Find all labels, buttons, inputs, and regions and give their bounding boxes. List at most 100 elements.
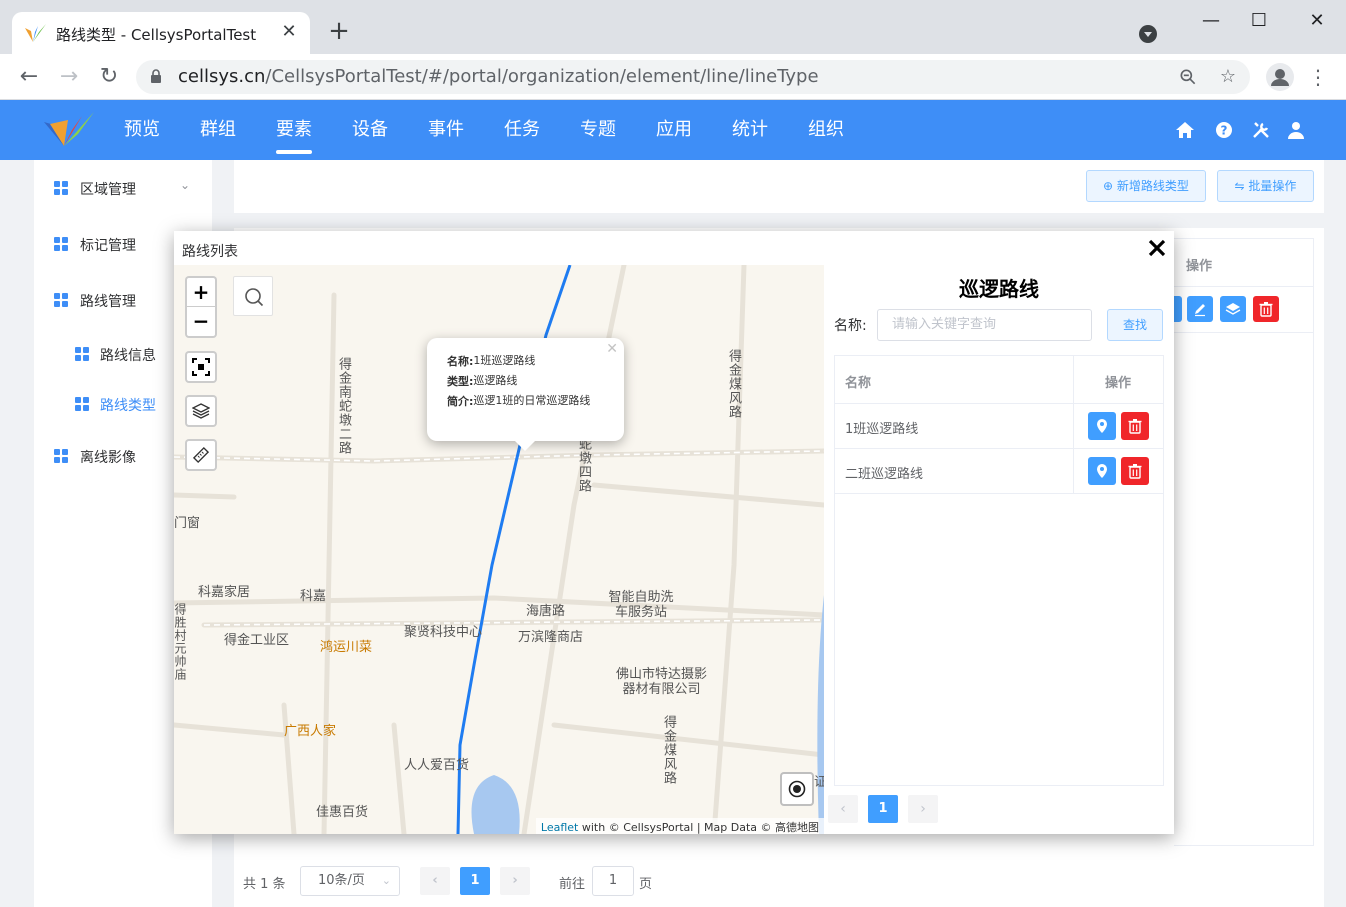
measure-button[interactable] (185, 439, 217, 471)
fullscreen-icon (192, 358, 210, 376)
tools-icon[interactable] (1251, 120, 1271, 140)
home-icon[interactable] (1175, 120, 1195, 140)
map-view[interactable]: 得金南蛇墩二路 得金煤风路 蛇墩四路 得金煤风路 得胜村元帅庙 海唐路 科嘉家居… (174, 265, 824, 834)
table-row[interactable]: 二班巡逻路线 (835, 449, 1163, 494)
map-label-road: 得胜村元帅庙 (174, 603, 187, 681)
route-name: 1班巡逻路线 (845, 422, 919, 437)
map-label-poi: 佛山市特达摄影器材有限公司 (615, 667, 707, 697)
next-page-button[interactable]: › (908, 795, 938, 823)
popup-name-value: 1班巡逻路线 (473, 354, 536, 367)
add-route-type-button[interactable]: ⊕ 新增路线类型 (1086, 170, 1206, 202)
map-pin-icon (1097, 419, 1107, 433)
locate-route-button[interactable] (1088, 412, 1116, 440)
popup-type-value: 巡逻路线 (473, 374, 518, 387)
browser-profile-icon[interactable] (1266, 63, 1294, 91)
page-number[interactable]: 1 (868, 795, 898, 823)
goto-page-input[interactable]: 1 (592, 866, 634, 896)
zoom-in-button[interactable]: + (187, 278, 215, 307)
map-attribution: Leaflet with © CellsysPortal | Map Data … (535, 818, 824, 834)
tab-search-icon[interactable] (1139, 25, 1157, 43)
grid-icon (75, 347, 89, 361)
route-table: 名称 操作 1班巡逻路线 二班巡逻路线 (834, 355, 1164, 786)
nav-device[interactable]: 设备 (332, 100, 408, 160)
tab-close-icon[interactable]: ✕ (278, 21, 300, 43)
delete-button[interactable] (1253, 296, 1279, 322)
keyword-search-input[interactable]: 请输入关键字查询 (877, 309, 1092, 341)
map-pin-icon (1097, 464, 1107, 478)
nav-app[interactable]: 应用 (636, 100, 712, 160)
forward-arrow-icon[interactable]: → (54, 62, 84, 92)
find-button[interactable]: 查找 (1107, 309, 1163, 341)
page-number[interactable]: 1 (460, 867, 490, 895)
delete-route-button[interactable] (1121, 412, 1149, 440)
sidebar-item-label: 路线类型 (100, 398, 156, 414)
map-label-poi: 证 (814, 775, 824, 790)
map-label-road: 得金煤风路 (661, 715, 676, 785)
browser-tab[interactable]: 路线类型 - CellsysPortalTest ✕ (12, 12, 310, 54)
layers-button[interactable] (1220, 296, 1246, 322)
back-arrow-icon[interactable]: ← (14, 62, 44, 92)
maximize-icon[interactable]: ☐ (1244, 8, 1274, 34)
popup-name-label: 名称: (447, 355, 474, 368)
popup-close-icon[interactable]: ✕ (606, 341, 618, 357)
prev-page-button[interactable]: ‹ (420, 867, 450, 895)
grid-icon (54, 181, 68, 195)
map-label-poi: 万滨隆商店 (518, 630, 584, 645)
browser-menu-icon[interactable]: ⋮ (1306, 63, 1330, 91)
sidebar-item-area[interactable]: 区域管理 ⌄ (34, 168, 212, 208)
map-search-button[interactable] (233, 276, 273, 316)
nav-event[interactable]: 事件 (408, 100, 484, 160)
user-icon[interactable] (1286, 120, 1306, 140)
op-column-header: 操作 (1105, 376, 1132, 391)
zoom-out-button[interactable]: − (187, 307, 215, 336)
window-close-icon[interactable]: ✕ (1302, 8, 1332, 34)
name-column-header: 名称 (845, 376, 872, 391)
svg-text:?: ? (1221, 124, 1228, 138)
delete-route-button[interactable] (1121, 457, 1149, 485)
nav-task[interactable]: 任务 (484, 100, 560, 160)
map-label-road: 得金煤风路 (726, 349, 741, 419)
op-column-header: 操作 (1186, 259, 1213, 274)
next-page-button[interactable]: › (500, 867, 530, 895)
map-label-poi: 得金工业区 (224, 633, 290, 648)
locate-route-button[interactable] (1088, 457, 1116, 485)
minimize-icon[interactable]: — (1196, 8, 1226, 34)
nav-stats[interactable]: 统计 (712, 100, 788, 160)
bookmark-star-icon[interactable]: ☆ (1216, 65, 1240, 89)
nav-group[interactable]: 群组 (180, 100, 256, 160)
dialog-close-icon[interactable] (1146, 237, 1168, 259)
table-header: 名称 操作 (835, 356, 1163, 404)
map-label-road: 得金南蛇墩二路 (336, 357, 351, 455)
app-logo (44, 112, 94, 146)
map-label-poi: 科嘉 (300, 589, 327, 604)
grid-icon (54, 449, 68, 463)
help-icon[interactable]: ? (1214, 120, 1234, 140)
leaflet-link[interactable]: Leaflet (541, 821, 578, 834)
nav-org[interactable]: 组织 (788, 100, 864, 160)
layers-control-button[interactable] (185, 395, 217, 427)
fullscreen-button[interactable] (185, 351, 217, 383)
popup-type-label: 类型: (447, 375, 474, 388)
nav-element[interactable]: 要素 (256, 100, 332, 160)
locate-button[interactable] (780, 772, 814, 806)
nav-preview[interactable]: 预览 (104, 100, 180, 160)
name-label: 名称: (834, 318, 867, 334)
new-tab-icon[interactable]: + (326, 18, 352, 44)
url-omnibox[interactable]: cellsys.cn/CellsysPortalTest/#/portal/or… (136, 60, 1250, 94)
map-label-poi: 科嘉家居 (198, 585, 251, 600)
nav-topic[interactable]: 专题 (560, 100, 636, 160)
toolbar-card: ⊕ 新增路线类型 ⇋ 批量操作 (234, 160, 1324, 213)
edit-button[interactable] (1187, 296, 1213, 322)
reload-icon[interactable]: ↻ (94, 62, 124, 92)
attribution-text: with © CellsysPortal | Map Data © 高德地图 (581, 821, 819, 834)
map-label-poi: 智能自助洗车服务站 (608, 590, 674, 620)
prev-page-button[interactable]: ‹ (828, 795, 858, 823)
map-label-poi: 佳惠百货 (316, 805, 369, 820)
chevron-down-icon: ⌄ (381, 874, 391, 887)
trash-icon (1128, 464, 1142, 479)
page-size-select[interactable]: 10条/页 ⌄ (300, 866, 400, 896)
grid-icon (54, 293, 68, 307)
table-row[interactable]: 1班巡逻路线 (835, 404, 1163, 449)
batch-operation-button[interactable]: ⇋ 批量操作 (1217, 170, 1314, 202)
zoom-lens-icon[interactable] (1176, 65, 1200, 89)
